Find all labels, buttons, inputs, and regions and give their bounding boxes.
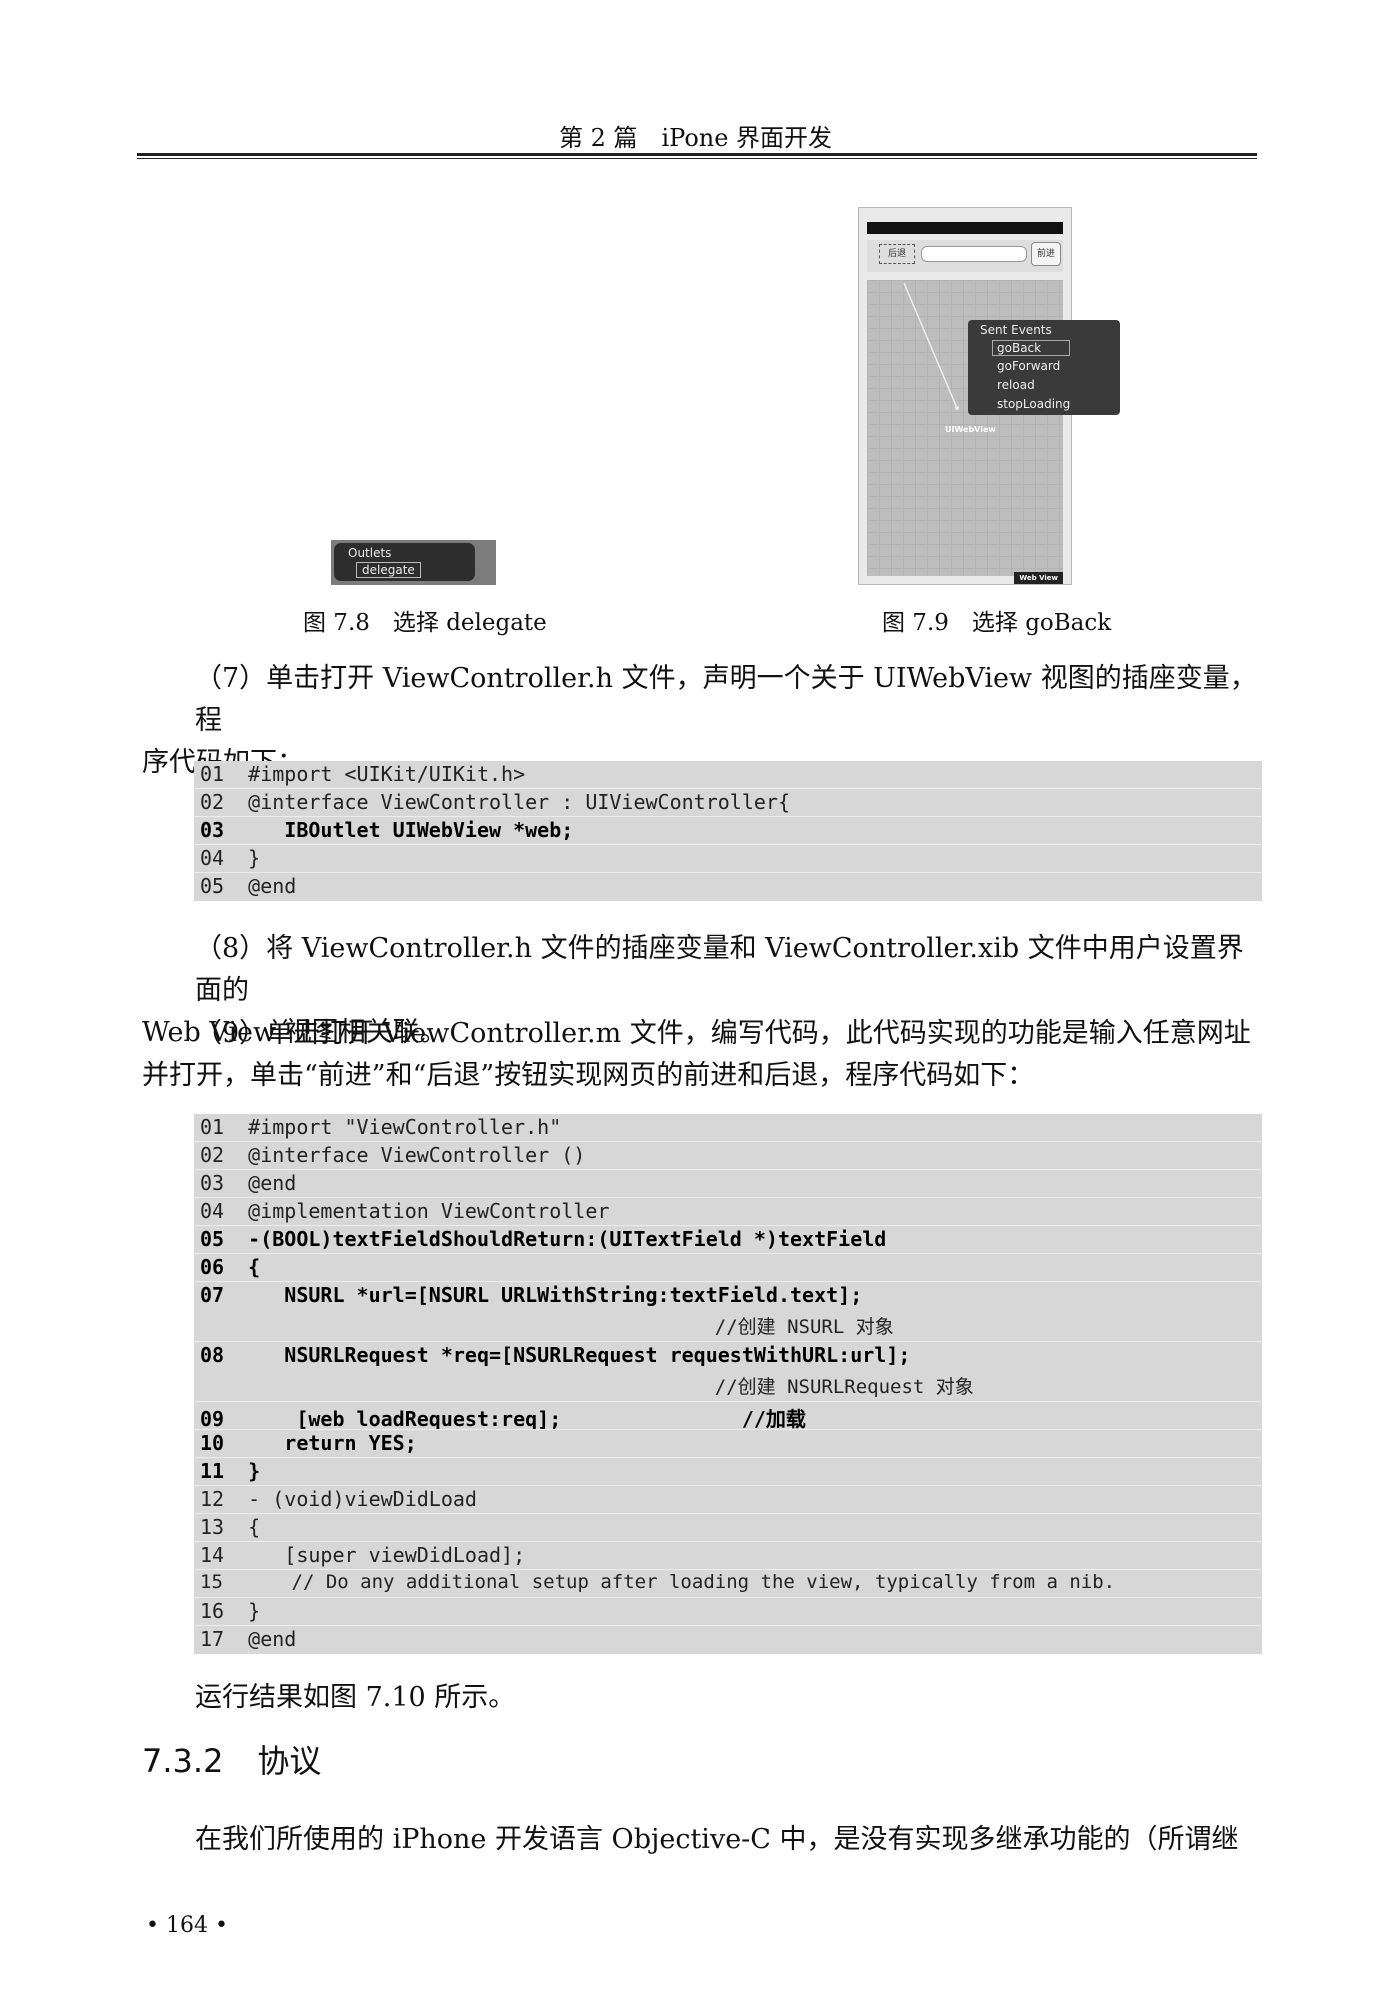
code-line: 14 [super viewDidLoad]; [200, 1543, 526, 1567]
code-separator [194, 816, 1262, 817]
code-separator [194, 788, 1262, 789]
protocol-paragraph: 在我们所使用的 iPhone 开发语言 Objective-C 中，是没有实现多… [142, 1819, 1262, 1861]
outlets-title: Outlets [348, 546, 392, 560]
code-line: 07 NSURL *url=[NSURL URLWithString:textF… [200, 1283, 863, 1307]
code-separator [194, 1253, 1262, 1254]
event-goback[interactable]: goBack [992, 340, 1071, 356]
header-rule [137, 153, 1257, 156]
step-8-line-1: （8）将 ViewController.h 文件的插座变量和 ViewContr… [195, 933, 1244, 1006]
code-separator [194, 1541, 1262, 1542]
figure-7-9-caption: 图 7.9 选择 goBack [882, 610, 1112, 636]
code-comment: //创建 NSURL 对象 [200, 1316, 894, 1338]
code-line: 03 @end [200, 1171, 297, 1195]
code-comment: //创建 NSURLRequest 对象 [200, 1376, 974, 1398]
code-separator [194, 1569, 1262, 1570]
protocol-line-1: 在我们所使用的 iPhone 开发语言 Objective-C 中，是没有实现多… [195, 1824, 1239, 1855]
code-line: 02 @interface ViewController : UIViewCon… [200, 790, 791, 814]
section-number: 7.3.2 [142, 1742, 224, 1780]
event-goforward[interactable]: goForward [997, 359, 1060, 373]
step-9-line-2: 并打开，单击“前进”和“后退”按钮实现网页的前进和后退，程序代码如下： [142, 1060, 1035, 1091]
code-line: 17 @end [200, 1627, 297, 1651]
page-number: • 164 • [146, 1913, 228, 1938]
code-line: 04 } [200, 846, 261, 870]
sent-events-title: Sent Events [980, 323, 1052, 337]
code-separator [194, 1625, 1262, 1626]
code-line: 01 #import "ViewController.h" [200, 1115, 562, 1139]
outlet-delegate[interactable]: delegate [356, 562, 421, 578]
figure-7-8-caption: 图 7.8 选择 delegate [303, 610, 547, 636]
code-block-header: 01 #import <UIKit/UIKit.h> 02 @interface… [194, 761, 1262, 901]
code-block-implementation: 01 #import "ViewController.h" 02 @interf… [194, 1114, 1262, 1654]
code-line: 16 } [200, 1599, 261, 1623]
result-line: 运行结果如图 7.10 所示。 [195, 1682, 516, 1713]
code-separator [194, 1429, 1262, 1430]
code-line: 13 { [200, 1515, 261, 1539]
running-header: 第 2 篇 iPone 界面开发 [558, 124, 833, 152]
section-heading: 7.3.2 协议 [142, 1736, 321, 1782]
header-rule-thin [137, 158, 1257, 159]
code-line: 03 IBOutlet UIWebView *web; [200, 818, 574, 842]
code-line: 11 } [200, 1459, 261, 1483]
code-line: 15 // Do any additional setup after load… [200, 1571, 1116, 1593]
code-line: 01 #import <UIKit/UIKit.h> [200, 762, 526, 786]
code-line: 08 NSURLRequest *req=[NSURLRequest reque… [200, 1343, 911, 1367]
step-9-line-1: （9）单击打开 ViewController.m 文件，编写代码，此代码实现的功… [195, 1018, 1251, 1049]
step-9-paragraph: （9）单击打开 ViewController.m 文件，编写代码，此代码实现的功… [142, 1013, 1262, 1097]
webview-label: UIWebView [945, 425, 996, 434]
result-paragraph: 运行结果如图 7.10 所示。 [142, 1677, 1262, 1719]
code-line: 02 @interface ViewController () [200, 1143, 586, 1167]
code-line: 04 @implementation ViewController [200, 1199, 610, 1223]
outlets-panel: Outlets delegate [334, 543, 475, 581]
section-title: 协议 [257, 1742, 322, 1780]
code-separator [194, 1197, 1262, 1198]
code-line: 09 [web loadRequest:req]; //加载 [200, 1407, 806, 1431]
code-separator [194, 1341, 1262, 1342]
code-separator [194, 1457, 1262, 1458]
sent-events-popup: Sent Events goBack goForward reload stop… [968, 320, 1120, 415]
code-separator [194, 1169, 1262, 1170]
code-separator [194, 1141, 1262, 1142]
step-7-line-1: （7）单击打开 ViewController.h 文件，声明一个关于 UIWeb… [195, 663, 1257, 736]
code-separator [194, 1597, 1262, 1598]
code-line: 10 return YES; [200, 1431, 417, 1455]
code-line: 12 - (void)viewDidLoad [200, 1487, 477, 1511]
code-separator [194, 844, 1262, 845]
code-line: 06 { [200, 1255, 261, 1279]
code-separator [194, 1485, 1262, 1486]
outlets-popup: Outlets delegate [331, 540, 496, 585]
code-separator [194, 872, 1262, 873]
code-line: 05 @end [200, 874, 297, 898]
code-line: 05 -(BOOL)textFieldShouldReturn:(UITextF… [200, 1227, 887, 1251]
event-stoploading[interactable]: stopLoading [997, 397, 1070, 411]
code-separator [194, 1513, 1262, 1514]
code-separator [194, 1225, 1262, 1226]
webview-tag: Web View [1014, 572, 1063, 584]
code-separator [194, 1281, 1262, 1282]
code-separator [194, 1401, 1262, 1402]
event-reload[interactable]: reload [997, 378, 1035, 392]
